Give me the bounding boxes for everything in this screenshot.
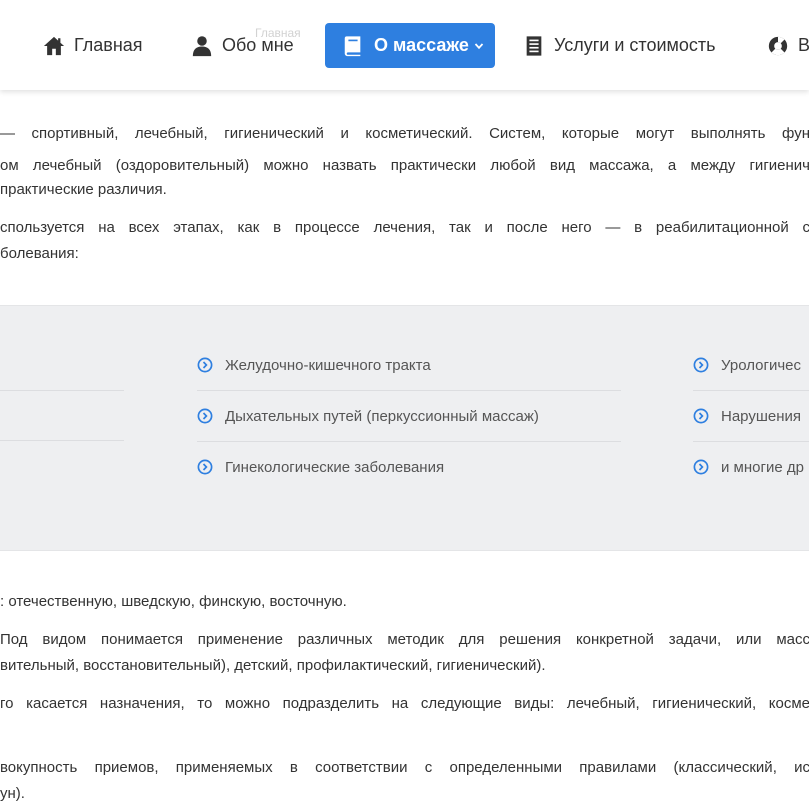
list-item: и многие др bbox=[693, 442, 809, 492]
col1-divider bbox=[0, 440, 124, 441]
nav-services-prices[interactable]: Услуги и стоимость bbox=[523, 23, 716, 68]
list-item: Урологичес bbox=[693, 340, 809, 391]
chevron-circle-right-icon bbox=[197, 357, 213, 373]
intro-line-5: болевания: bbox=[0, 245, 79, 262]
chevron-circle-right-icon bbox=[197, 459, 213, 475]
chevron-circle-right-icon bbox=[197, 408, 213, 424]
intro-line-1: — спортивный, лечебный, гигиенический и … bbox=[0, 125, 809, 142]
document-icon bbox=[523, 35, 545, 57]
col1-divider bbox=[0, 390, 124, 391]
nav-home-label: Главная bbox=[74, 35, 143, 55]
list-item: Дыхательных путей (перкуссионный массаж) bbox=[197, 391, 621, 442]
chevron-circle-right-icon bbox=[693, 408, 709, 424]
user-icon bbox=[191, 35, 213, 57]
nav-services-prices-label: Услуги и стоимость bbox=[554, 35, 716, 55]
nav-about-me-label: Обо мне bbox=[222, 35, 294, 55]
body-line-5: вокупность приемов, применяемых в соотве… bbox=[0, 759, 809, 776]
site-header: Главная Главная Обо мне О массаже Услуги… bbox=[0, 0, 809, 90]
chevron-circle-right-icon bbox=[693, 357, 709, 373]
conditions-column-3: Урологичес Нарушения и многие др bbox=[693, 340, 809, 492]
chevron-down-icon bbox=[474, 41, 484, 51]
body-line-6: ун). bbox=[0, 785, 25, 802]
intro-line-2: ом лечебный (оздоровительный) можно назв… bbox=[0, 157, 809, 174]
nav-more-label: В bbox=[798, 35, 809, 55]
intro-line-3: практические различия. bbox=[0, 181, 167, 198]
list-item: Гинекологические заболевания bbox=[197, 442, 621, 492]
intro-line-4: спользуется на всех этапах, как в процес… bbox=[0, 219, 809, 236]
nav-about-me[interactable]: Обо мне bbox=[191, 23, 294, 68]
nav-home[interactable]: Главная bbox=[43, 23, 143, 68]
nav-more[interactable]: В bbox=[767, 23, 809, 68]
body-line-3: вительный, восстановительный), детский, … bbox=[0, 657, 546, 674]
nav-about-massage-label: О массаже bbox=[374, 35, 469, 55]
chevron-circle-right-icon bbox=[693, 459, 709, 475]
nav-about-massage[interactable]: О массаже bbox=[325, 23, 495, 68]
list-item: Желудочно-кишечного тракта bbox=[197, 340, 621, 391]
body-line-4: го касается назначения, то можно подразд… bbox=[0, 695, 809, 712]
conditions-column-2: Желудочно-кишечного тракта Дыхательных п… bbox=[197, 340, 621, 492]
lifebuoy-icon bbox=[767, 35, 789, 57]
body-line-1: : отечественную, шведскую, финскую, вост… bbox=[0, 593, 347, 610]
body-line-2: Под видом понимается применение различны… bbox=[0, 631, 809, 648]
list-item: Нарушения bbox=[693, 391, 809, 442]
home-icon bbox=[43, 35, 65, 57]
book-icon bbox=[342, 35, 364, 57]
